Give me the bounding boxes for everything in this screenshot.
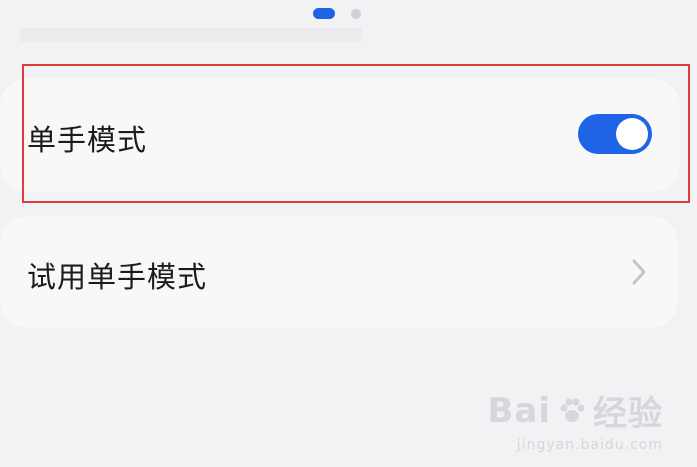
top-divider-strip	[20, 28, 362, 42]
watermark-brand-prefix: Bai	[487, 390, 551, 431]
page-indicator	[313, 8, 361, 19]
baidu-paw-icon	[560, 398, 585, 422]
one-hand-mode-label: 单手模式	[27, 123, 148, 157]
try-one-hand-mode-label: 试用单手模式	[27, 260, 208, 294]
chevron-right-icon	[632, 259, 646, 285]
page-dot-active[interactable]	[313, 8, 335, 19]
watermark-url: jingyan.baidu.com	[516, 437, 663, 453]
watermark-brand-suffix: 经验	[593, 394, 663, 434]
page-dot-inactive[interactable]	[351, 8, 361, 19]
baidu-jingyan-watermark: Bai 经验 jingyan.baidu.com	[487, 386, 663, 454]
toggle-knob	[616, 118, 648, 150]
one-hand-mode-toggle[interactable]	[578, 114, 652, 154]
